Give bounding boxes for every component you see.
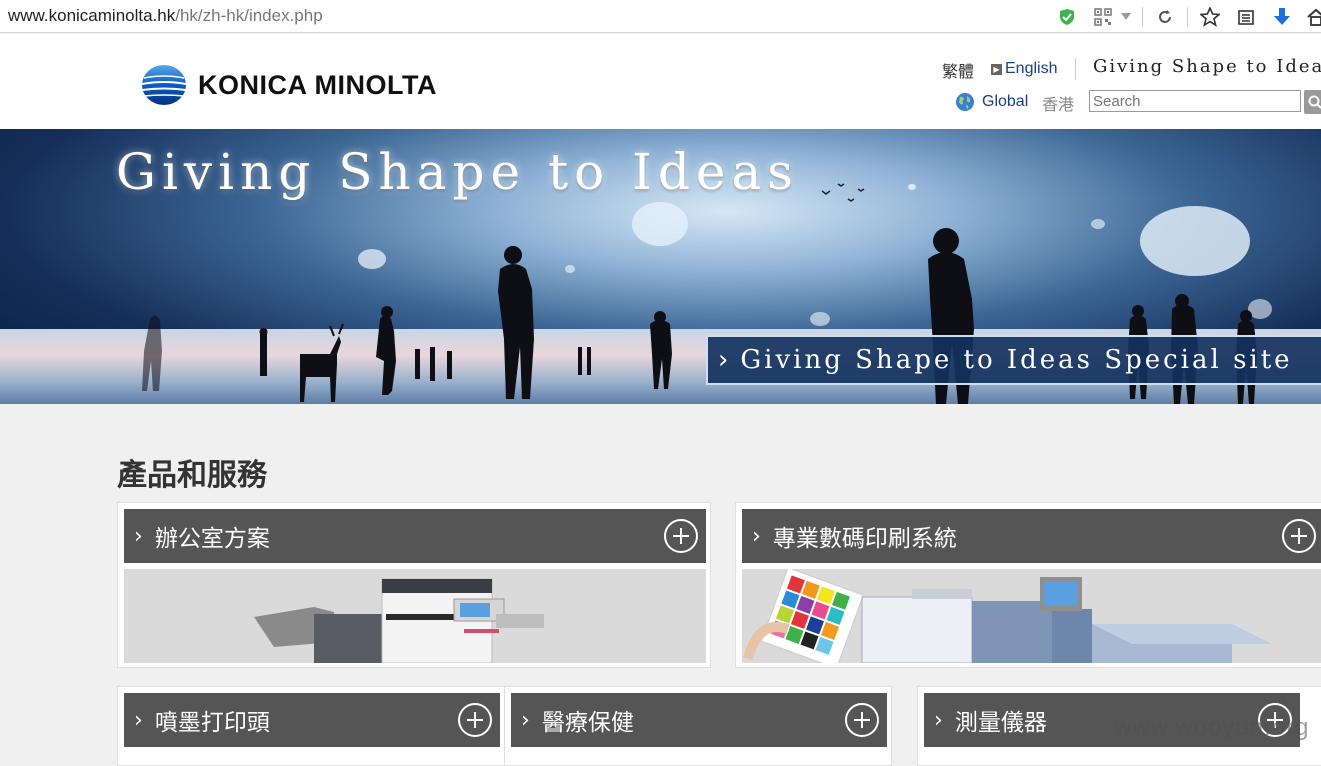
product-card-header[interactable]: › 噴墨打印頭 <box>124 693 500 747</box>
product-card-label: 噴墨打印頭 <box>155 703 270 737</box>
product-card-label: 辦公室方案 <box>155 519 270 553</box>
browser-address-bar[interactable]: www.konicaminolta.hk/hk/zh-hk/index.php <box>0 0 1321 33</box>
url-path: /hk/zh-hk/index.php <box>175 6 322 25</box>
global-label: Global <box>982 93 1028 111</box>
chevron-right-icon: › <box>134 524 143 549</box>
watermark-text: www.wooyun.org <box>1114 714 1309 742</box>
lang-english-link[interactable]: ▶ English <box>991 60 1057 78</box>
chevron-right-icon: › <box>134 708 143 733</box>
production-printer-image <box>742 569 1321 663</box>
download-icon[interactable] <box>1271 6 1293 28</box>
product-card-label: 專業數碼印刷系統 <box>773 519 957 553</box>
header-divider <box>1075 58 1076 80</box>
expand-plus-icon[interactable] <box>845 703 879 737</box>
toolbar-divider <box>1142 7 1143 27</box>
chevron-right-icon: › <box>718 345 728 375</box>
logo-text: KONICA MINOLTA <box>198 70 437 101</box>
home-icon[interactable] <box>1307 6 1321 28</box>
product-card-label: 測量儀器 <box>955 703 1047 737</box>
product-card-inkjet[interactable]: › 噴墨打印頭 <box>117 686 505 766</box>
product-card-header[interactable]: › 辦公室方案 <box>124 509 706 563</box>
expand-plus-icon[interactable] <box>1282 519 1316 553</box>
url-domain: www.konicaminolta.hk <box>8 6 175 25</box>
lang-english-label: English <box>1005 60 1057 78</box>
hero-title: Giving Shape to Ideas <box>116 143 799 201</box>
product-card-healthcare[interactable]: › 醫療保健 <box>504 686 892 766</box>
search-icon <box>1308 95 1321 109</box>
chevron-right-icon: › <box>752 524 761 549</box>
chevron-right-icon: › <box>521 708 530 733</box>
reload-icon[interactable] <box>1154 6 1176 28</box>
konica-minolta-logo[interactable]: KONICA MINOLTA <box>141 64 437 106</box>
logo-globe-icon <box>141 64 187 106</box>
hero-banner[interactable]: Giving Shape to Ideas › Giving Shape to … <box>0 129 1321 404</box>
lang-traditional-link[interactable]: 繁體 <box>942 58 974 82</box>
reading-list-icon[interactable] <box>1235 6 1257 28</box>
product-card-production-print[interactable]: › 專業數碼印刷系統 <box>735 502 1321 668</box>
region-label: 香港 <box>1042 91 1074 115</box>
product-card-header[interactable]: › 專業數碼印刷系統 <box>742 509 1321 563</box>
globe-icon <box>955 92 975 112</box>
url-text[interactable]: www.konicaminolta.hk/hk/zh-hk/index.php <box>8 6 323 26</box>
bookmark-star-icon[interactable] <box>1199 6 1221 28</box>
header-tagline: Giving Shape to Idea <box>1093 56 1321 77</box>
shield-icon[interactable] <box>1056 6 1078 28</box>
expand-plus-icon[interactable] <box>664 519 698 553</box>
product-card-header[interactable]: › 醫療保健 <box>511 693 887 747</box>
product-card-label: 醫療保健 <box>542 703 634 737</box>
office-printer-image <box>124 569 706 663</box>
global-link[interactable]: Global <box>955 92 1028 112</box>
search-input[interactable] <box>1089 90 1301 112</box>
qr-code-icon[interactable] <box>1092 6 1114 28</box>
product-card-office[interactable]: › 辦公室方案 <box>117 502 711 668</box>
dropdown-arrow-icon[interactable] <box>1121 6 1131 28</box>
expand-plus-icon[interactable] <box>458 703 492 737</box>
toolbar-divider <box>1187 7 1188 27</box>
chevron-right-icon: › <box>934 708 943 733</box>
arrow-right-icon: ▶ <box>991 64 1002 75</box>
search-button[interactable] <box>1304 90 1321 114</box>
special-site-label: Giving Shape to Ideas Special site <box>740 345 1292 375</box>
special-site-button[interactable]: › Giving Shape to Ideas Special site <box>706 335 1321 385</box>
site-header: KONICA MINOLTA 繁體 ▶ English Giving Shape… <box>0 34 1321 129</box>
products-section-title: 產品和服務 <box>117 450 267 494</box>
